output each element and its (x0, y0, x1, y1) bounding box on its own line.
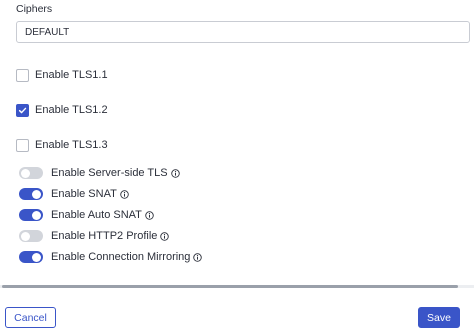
save-button[interactable]: Save (418, 307, 460, 328)
info-icon[interactable] (160, 231, 170, 241)
tls13-option[interactable]: Enable TLS1.3 (16, 137, 108, 153)
info-icon[interactable] (170, 168, 180, 178)
tls11-option[interactable]: Enable TLS1.1 (16, 67, 108, 83)
tls12-checkbox[interactable] (16, 103, 29, 117)
connection-mirroring-toggle[interactable] (19, 251, 43, 263)
auto-snat-row: Enable Auto SNAT (19, 208, 154, 222)
info-icon[interactable] (120, 189, 129, 199)
info-icon[interactable] (193, 252, 203, 262)
http2-profile-row: Enable HTTP2 Profile (19, 229, 170, 243)
server-side-tls-label: Enable Server-side TLS (51, 167, 168, 179)
server-side-tls-row: Enable Server-side TLS (19, 166, 180, 180)
tls12-label: Enable TLS1.2 (35, 104, 108, 116)
http2-profile-toggle[interactable] (19, 230, 43, 242)
horizontal-scrollbar-thumb[interactable] (2, 285, 458, 288)
tls13-label: Enable TLS1.3 (35, 139, 108, 151)
tls11-checkbox[interactable] (16, 68, 29, 82)
server-side-tls-toggle[interactable] (19, 167, 43, 179)
snat-toggle[interactable] (19, 188, 43, 200)
snat-row: Enable SNAT (19, 187, 129, 201)
http2-profile-label: Enable HTTP2 Profile (51, 230, 158, 242)
snat-label: Enable SNAT (51, 188, 117, 200)
info-icon[interactable] (145, 210, 154, 220)
tls11-label: Enable TLS1.1 (35, 69, 108, 81)
tls12-option[interactable]: Enable TLS1.2 (16, 102, 108, 118)
auto-snat-label: Enable Auto SNAT (51, 209, 142, 221)
connection-mirroring-label: Enable Connection Mirroring (51, 251, 191, 263)
ciphers-input[interactable] (16, 21, 470, 43)
ciphers-label: Ciphers (16, 3, 53, 15)
cancel-button[interactable]: Cancel (5, 307, 56, 328)
tls13-checkbox[interactable] (16, 138, 29, 152)
auto-snat-toggle[interactable] (19, 209, 43, 221)
connection-mirroring-row: Enable Connection Mirroring (19, 250, 203, 264)
checkmark-icon (18, 107, 27, 113)
